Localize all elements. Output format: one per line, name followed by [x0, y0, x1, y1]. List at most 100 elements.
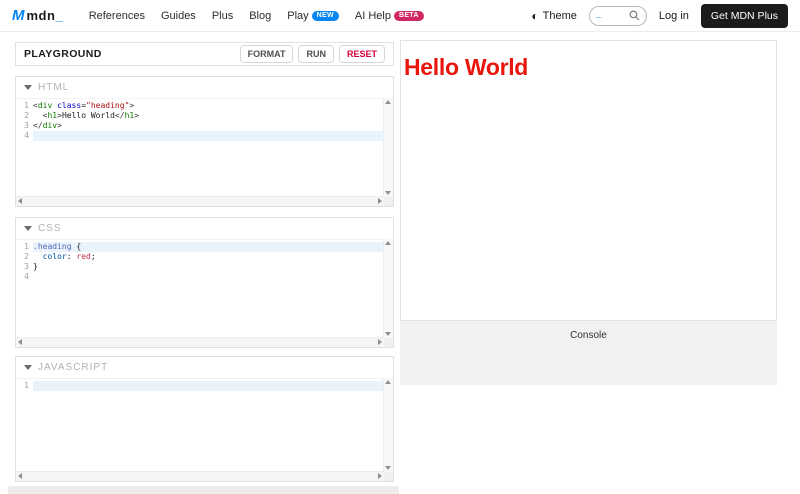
html-editor-label: HTML	[38, 82, 69, 93]
login-link[interactable]: Log in	[659, 10, 689, 22]
code-line[interactable]	[33, 131, 384, 141]
collapse-caret-icon	[24, 226, 32, 231]
line-number: 4	[16, 272, 29, 282]
scroll-right-icon[interactable]	[378, 198, 382, 204]
horizontal-scrollbar[interactable]	[16, 337, 384, 347]
scroll-down-icon[interactable]	[385, 466, 391, 470]
theme-label: Theme	[543, 10, 577, 22]
code-line[interactable]: }	[33, 262, 384, 272]
playground-title: PLAYGROUND	[24, 48, 102, 60]
css-editor-header[interactable]: CSS	[16, 218, 393, 240]
vertical-scrollbar[interactable]	[383, 239, 393, 338]
code-line[interactable]: color: red;	[33, 252, 384, 262]
mdn-logo-text: mdn	[27, 8, 56, 23]
js-editor-label: JAVASCRIPT	[38, 362, 108, 373]
run-button[interactable]: RUN	[298, 45, 334, 63]
code-line[interactable]: <div class="heading">	[33, 101, 384, 111]
line-number: 2	[16, 111, 29, 121]
scrollbar-corner	[384, 197, 393, 206]
mdn-logo[interactable]: M mdn _	[12, 7, 63, 24]
navbar-right-group: ◐ Theme _ Log in Get MDN Plus	[531, 4, 788, 28]
css-editor-label: CSS	[38, 223, 62, 234]
search-cursor: _	[596, 9, 602, 19]
scroll-up-icon[interactable]	[385, 380, 391, 384]
reset-button[interactable]: RESET	[339, 45, 385, 63]
css-editor-body: 1234 .heading { color: red;}	[16, 239, 393, 347]
line-numbers: 1234	[16, 239, 33, 338]
search-icon[interactable]	[629, 10, 640, 21]
js-editor-body: 1	[16, 378, 393, 481]
html-editor-body: 1234 <div class="heading"> <h1>Hello Wor…	[16, 98, 393, 206]
horizontal-scrollbar[interactable]	[16, 471, 384, 481]
vertical-scrollbar[interactable]	[383, 98, 393, 197]
playground-toolbar: PLAYGROUND FORMATRUN RESET	[15, 42, 394, 66]
js-editor-header[interactable]: JAVASCRIPT	[16, 357, 393, 379]
line-number: 4	[16, 131, 29, 141]
html-editor-section: HTML 1234 <div class="heading"> <h1>Hell…	[15, 76, 394, 207]
scroll-down-icon[interactable]	[385, 191, 391, 195]
get-mdn-plus-button[interactable]: Get MDN Plus	[701, 4, 788, 28]
scrollbar-corner	[384, 338, 393, 347]
line-number: 1	[16, 242, 29, 252]
scroll-left-icon[interactable]	[18, 339, 22, 345]
beta-badge: BETA	[394, 11, 424, 21]
nav-item-label: Guides	[161, 10, 196, 22]
collapse-caret-icon	[24, 365, 32, 370]
code-line[interactable]	[33, 272, 384, 282]
console-panel: Console	[400, 321, 777, 385]
scroll-left-icon[interactable]	[18, 198, 22, 204]
line-numbers: 1234	[16, 98, 33, 197]
format-button[interactable]: FORMAT	[240, 45, 294, 63]
theme-toggle[interactable]: ◐ Theme	[531, 10, 577, 22]
scroll-up-icon[interactable]	[385, 241, 391, 245]
nav-item-label: References	[89, 10, 145, 22]
nav-item-play[interactable]: Play NEW	[287, 10, 339, 22]
code-line[interactable]: </div>	[33, 121, 384, 131]
line-number: 2	[16, 252, 29, 262]
mdn-playground-page: M mdn _ References Guides Plus Blog Play NEW A…	[0, 0, 800, 494]
js-editor-section: JAVASCRIPT 1	[15, 356, 394, 482]
nav-item-label: AI Help	[355, 10, 391, 22]
mdn-logo-cursor: _	[55, 8, 62, 23]
bottom-divider	[8, 486, 399, 494]
scroll-up-icon[interactable]	[385, 100, 391, 104]
new-badge: NEW	[312, 11, 339, 21]
nav-item-blog[interactable]: Blog	[249, 10, 271, 22]
main-nav: References Guides Plus Blog Play NEW AI HelpBE…	[89, 10, 424, 22]
line-number: 1	[16, 101, 29, 111]
preview-pane: Hello World	[400, 40, 777, 321]
console-label: Console	[570, 330, 607, 341]
nav-item-ai-help[interactable]: AI HelpBETA	[355, 10, 424, 22]
theme-icon: ◐	[531, 10, 538, 22]
preview-heading: Hello World	[401, 41, 776, 81]
nav-item-label: Blog	[249, 10, 271, 22]
collapse-caret-icon	[24, 85, 32, 90]
nav-item-plus[interactable]: Plus	[212, 10, 233, 22]
line-number: 3	[16, 262, 29, 272]
line-numbers: 1	[16, 378, 33, 472]
scroll-left-icon[interactable]	[18, 473, 22, 479]
top-navbar: M mdn _ References Guides Plus Blog Play NEW A…	[0, 0, 800, 32]
html-code-area[interactable]: <div class="heading"> <h1>Hello World</h…	[33, 98, 384, 197]
scrollbar-corner	[384, 472, 393, 481]
scroll-right-icon[interactable]	[378, 339, 382, 345]
css-editor-section: CSS 1234 .heading { color: red;}	[15, 217, 394, 348]
nav-item-references[interactable]: References	[89, 10, 145, 22]
search-input[interactable]: _	[589, 6, 647, 26]
code-line[interactable]: <h1>Hello World</h1>	[33, 111, 384, 121]
code-line[interactable]	[33, 381, 384, 391]
code-line[interactable]: .heading {	[33, 242, 384, 252]
mdn-logo-icon: M	[12, 7, 25, 24]
horizontal-scrollbar[interactable]	[16, 196, 384, 206]
line-number: 1	[16, 381, 29, 391]
nav-item-guides[interactable]: Guides	[161, 10, 196, 22]
nav-item-label: Play	[287, 10, 308, 22]
css-code-area[interactable]: .heading { color: red;}	[33, 239, 384, 338]
line-number: 3	[16, 121, 29, 131]
html-editor-header[interactable]: HTML	[16, 77, 393, 99]
js-code-area[interactable]	[33, 378, 384, 472]
vertical-scrollbar[interactable]	[383, 378, 393, 472]
scroll-right-icon[interactable]	[378, 473, 382, 479]
toolbar-actions: FORMATRUN RESET	[240, 45, 385, 63]
scroll-down-icon[interactable]	[385, 332, 391, 336]
